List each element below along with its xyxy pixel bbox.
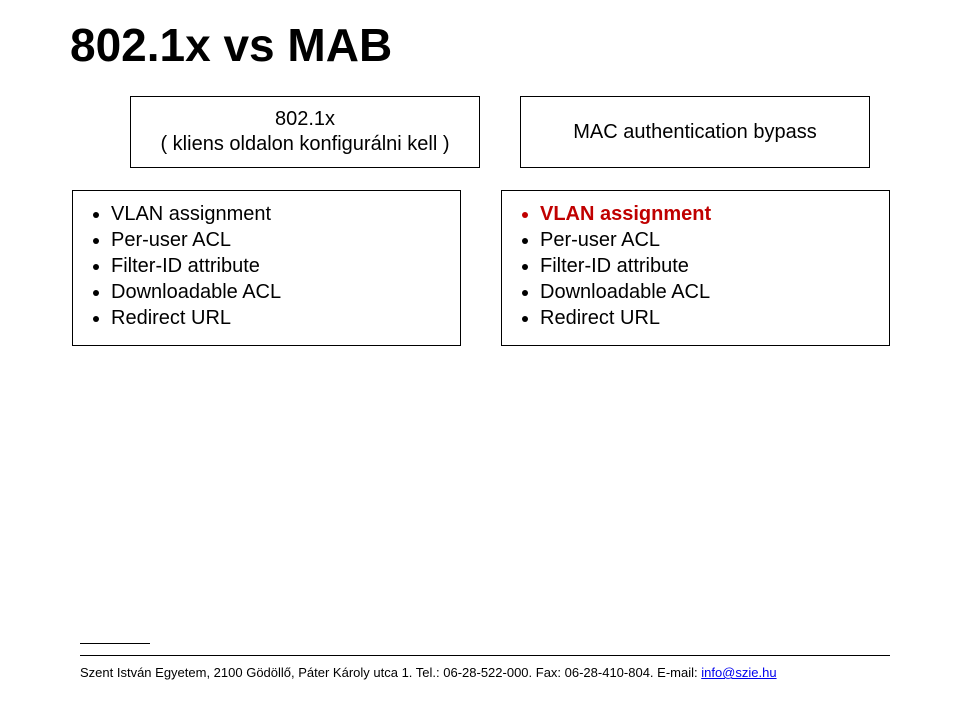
list-item-highlight: VLAN assignment bbox=[540, 201, 877, 227]
list-box-right: VLAN assignment Per-user ACL Filter-ID a… bbox=[501, 190, 890, 346]
header-box-right: MAC authentication bypass bbox=[520, 96, 870, 168]
page-title: 802.1x vs MAB bbox=[70, 18, 392, 72]
footer-text: Szent István Egyetem, 2100 Gödöllő, Páte… bbox=[80, 665, 890, 680]
header-left-line2: ( kliens oldalon konfigurálni kell ) bbox=[160, 132, 449, 157]
list-item: Per-user ACL bbox=[111, 227, 448, 253]
list-item: Redirect URL bbox=[111, 305, 448, 331]
list-item: Filter-ID attribute bbox=[540, 253, 877, 279]
footer-prefix: Szent István Egyetem, 2100 Gödöllő, Páte… bbox=[80, 665, 701, 680]
list-item: Downloadable ACL bbox=[540, 279, 877, 305]
footer-email-link[interactable]: info@szie.hu bbox=[701, 665, 776, 680]
right-list: VLAN assignment Per-user ACL Filter-ID a… bbox=[514, 201, 877, 331]
left-list: VLAN assignment Per-user ACL Filter-ID a… bbox=[85, 201, 448, 331]
header-right-text: MAC authentication bypass bbox=[573, 120, 816, 145]
list-row: VLAN assignment Per-user ACL Filter-ID a… bbox=[72, 190, 890, 346]
header-box-left: 802.1x ( kliens oldalon konfigurálni kel… bbox=[130, 96, 480, 168]
list-item: VLAN assignment bbox=[111, 201, 448, 227]
footer-divider bbox=[80, 655, 890, 656]
list-item: Downloadable ACL bbox=[111, 279, 448, 305]
list-item: Redirect URL bbox=[540, 305, 877, 331]
list-item: Filter-ID attribute bbox=[111, 253, 448, 279]
header-left-line1: 802.1x bbox=[160, 107, 449, 132]
list-item: Per-user ACL bbox=[540, 227, 877, 253]
list-box-left: VLAN assignment Per-user ACL Filter-ID a… bbox=[72, 190, 461, 346]
footer-stub-line bbox=[80, 643, 150, 644]
header-row: 802.1x ( kliens oldalon konfigurálni kel… bbox=[130, 96, 890, 168]
